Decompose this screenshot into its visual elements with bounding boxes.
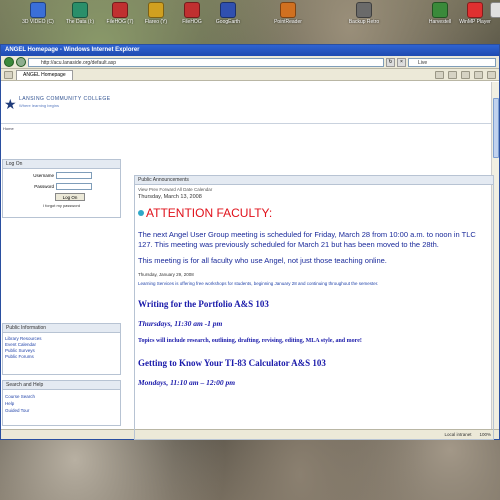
attention-text: ATTENTION FACULTY:: [146, 206, 273, 220]
attention-heading: ATTENTION FACULTY:: [138, 206, 490, 220]
shortcut-label: FileHOG (7): [106, 19, 134, 25]
desktop-shortcut-icon[interactable]: GoogEarth: [208, 2, 248, 25]
college-logo-icon: ★: [4, 96, 17, 112]
workshop-title: Getting to Know Your TI-83 Calculator A&…: [138, 358, 326, 368]
desktop-shortcut-icon[interactable]: [478, 2, 500, 19]
shortcut-glyph-icon: [280, 2, 296, 18]
forward-button-icon[interactable]: [16, 57, 26, 67]
forgot-password-link[interactable]: I forgot my password: [3, 203, 120, 208]
desktop-shortcut-icon[interactable]: PointReader: [268, 2, 308, 25]
search-help-item[interactable]: Help: [5, 400, 118, 407]
desktop-shortcut-icon[interactable]: The Data (I:): [60, 2, 100, 25]
public-info-heading: Public Information: [3, 324, 120, 333]
announcements-panel: Public Announcements View Prev Forward A…: [134, 175, 494, 440]
login-panel: Log On Username Password Log On I forgot…: [2, 159, 121, 218]
shortcut-label: FileHOG: [182, 19, 202, 25]
announcement-date: Thursday, March 13, 2008: [138, 194, 202, 200]
feeds-icon[interactable]: [448, 70, 457, 79]
shortcut-label: GoogEarth: [215, 19, 241, 25]
back-button-icon[interactable]: [4, 57, 14, 67]
shortcut-label: PointReader: [274, 19, 302, 25]
shortcut-glyph-icon: [184, 2, 200, 18]
username-field[interactable]: [56, 172, 92, 179]
window-title: ANGEL Homepage - Windows Internet Explor…: [1, 45, 499, 56]
desktop-shortcut-icon[interactable]: 3D VIDEO (C): [18, 2, 58, 25]
shortcut-glyph-icon: [72, 2, 88, 18]
favorites-star-icon[interactable]: [4, 70, 13, 79]
username-row: Username: [3, 171, 120, 180]
announcement-paragraph: This meeting is for all faculty who use …: [138, 256, 387, 265]
logo-subtitle: Where learning begins: [19, 103, 60, 108]
tab-bar: ANGEL Homepage: [1, 69, 499, 81]
desktop-shortcut-icon[interactable]: Flareo (Y): [136, 2, 176, 25]
workshop-time: Mondays, 11:10 am – 12:00 pm: [138, 378, 236, 387]
announcements-heading: Public Announcements: [135, 176, 493, 185]
password-label: Password: [34, 184, 54, 189]
tools-menu-icon[interactable]: [487, 70, 496, 79]
page-menu-icon[interactable]: [474, 70, 483, 79]
shortcut-label: Flareo (Y): [144, 19, 168, 25]
shortcut-label: 3D VIDEO (C): [22, 19, 54, 25]
search-help-heading: Search and Help: [3, 381, 120, 390]
logo-text: LANSING COMMUNITY COLLEGE: [19, 96, 111, 102]
login-button[interactable]: Log On: [55, 193, 85, 201]
search-help-panel: Search and Help Course Search Help Guide…: [2, 380, 121, 426]
toolbar-tools: [435, 70, 496, 79]
desktop-shortcut-icon[interactable]: Harvestell: [420, 2, 460, 25]
announcement-date: Thursday, January 29, 2008: [138, 272, 194, 277]
search-help-item[interactable]: Guided Tour: [5, 407, 118, 414]
address-bar: http://acu.lanaside.org/default.asp ↻ × …: [1, 56, 499, 69]
search-help-item[interactable]: Course Search: [5, 393, 118, 400]
shortcut-glyph-icon: [30, 2, 46, 18]
shortcut-glyph-icon: [432, 2, 448, 18]
password-field[interactable]: [56, 183, 92, 190]
search-input[interactable]: Live: [408, 57, 496, 67]
username-label: Username: [33, 173, 54, 178]
print-icon[interactable]: [461, 70, 470, 79]
home-icon[interactable]: [435, 70, 444, 79]
desktop-shortcut-icon[interactable]: FileHOG (7): [100, 2, 140, 25]
shortcut-glyph-icon: [490, 2, 500, 18]
announcement-nav[interactable]: View Prev Forward All Date Calendar: [138, 187, 490, 192]
desktop-shortcut-icon[interactable]: FileHOG: [172, 2, 212, 25]
announcement-paragraph: The next Angel User Group meeting is sch…: [138, 230, 476, 249]
shortcut-label: The Data (I:): [65, 19, 95, 25]
url-input[interactable]: http://acu.lanaside.org/default.asp: [28, 57, 384, 67]
desktop-icons: 3D VIDEO (C) The Data (I:) FileHOG (7) Flar…: [0, 2, 500, 38]
workshop-topics: Topics will include research, outlining,…: [138, 338, 362, 344]
shortcut-glyph-icon: [220, 2, 236, 18]
shortcut-label: Harvestell: [428, 19, 452, 25]
breadcrumb-home[interactable]: Home: [3, 126, 14, 131]
shortcut-glyph-icon: [148, 2, 164, 18]
site-header: ★ LANSING COMMUNITY COLLEGE Where learni…: [1, 82, 491, 124]
desktop-shortcut-icon[interactable]: Backup Retro: [344, 2, 384, 25]
workshop-time: Thursdays, 11:30 am -1 pm: [138, 319, 223, 328]
workshop-title: Writing for the Portfolio A&S 103: [138, 299, 269, 309]
public-info-panel: Public Information Library Resources Eve…: [2, 323, 121, 375]
shortcut-label: Backup Retro: [348, 19, 380, 25]
login-heading: Log On: [3, 160, 120, 169]
refresh-icon[interactable]: ↻: [386, 57, 395, 67]
public-info-item[interactable]: Public Forums: [5, 354, 118, 360]
shortcut-label: WinMP Player: [459, 19, 491, 25]
tab-angel-homepage[interactable]: ANGEL Homepage: [16, 69, 73, 80]
scrollbar-thumb[interactable]: [493, 98, 499, 158]
announcement-paragraph: Learning Services is offering free works…: [138, 281, 379, 286]
stop-icon[interactable]: ×: [397, 57, 406, 67]
bullet-icon: [138, 210, 144, 216]
shortcut-glyph-icon: [112, 2, 128, 18]
shortcut-glyph-icon: [356, 2, 372, 18]
password-row: Password: [3, 182, 120, 191]
